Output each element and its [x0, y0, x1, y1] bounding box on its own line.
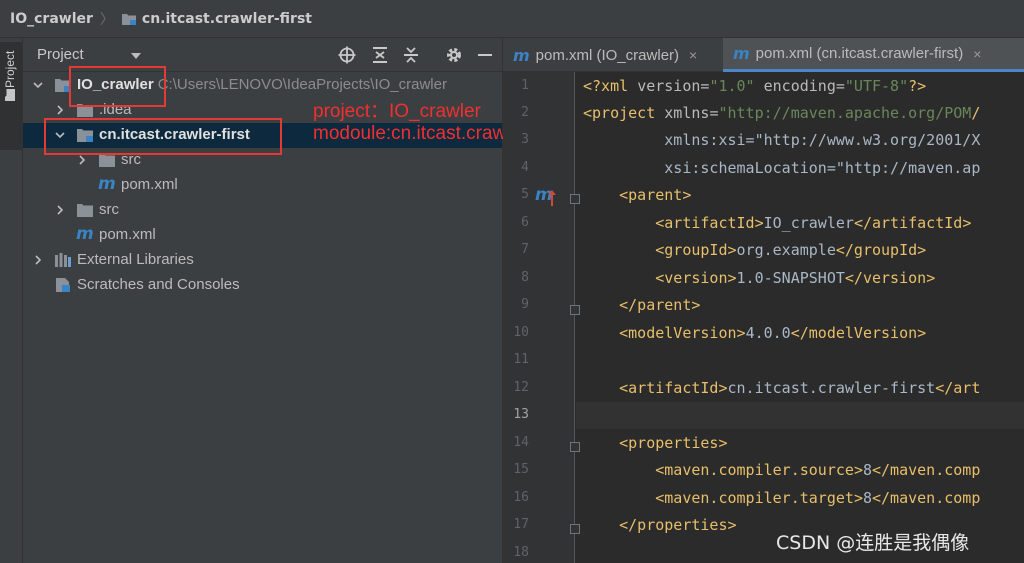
line-number: 3	[521, 132, 529, 147]
line-number: 10	[513, 325, 529, 340]
chevron-right-icon[interactable]	[76, 154, 88, 166]
tree-label-external-libraries: External Libraries	[77, 251, 194, 268]
tab-pom-crawler-first[interactable]: m pom.xml (cn.itcast.crawler-first) ×	[723, 38, 1024, 72]
tree-row-scratches[interactable]: Scratches and Consoles	[23, 273, 502, 298]
tree-row-src[interactable]: src	[23, 198, 502, 223]
tab-pom-io-crawler[interactable]: m pom.xml (IO_crawler) ×	[503, 38, 723, 72]
maven-icon: m	[98, 174, 116, 194]
minimize-icon[interactable]	[475, 45, 495, 65]
code-line: </parent>	[619, 296, 701, 314]
tree-row-module-pom[interactable]: m pom.xml	[23, 173, 502, 198]
collapse-all-icon[interactable]	[401, 45, 421, 65]
annotation-project-note: project：IO_crawler	[313, 101, 481, 122]
line-number: 4	[521, 160, 529, 175]
breadcrumb-module[interactable]: cn.itcast.crawler-first	[142, 11, 312, 27]
tree-project-path: C:\Users\LENOVO\IdeaProjects\IO_crawler	[157, 76, 447, 93]
line-number: 7	[521, 242, 529, 257]
maven-icon: m	[76, 224, 94, 244]
line-number: 12	[513, 380, 529, 395]
expand-all-icon[interactable]	[370, 45, 390, 65]
tab-label: pom.xml (cn.itcast.crawler-first)	[755, 45, 964, 62]
locate-target-icon[interactable]	[337, 45, 357, 65]
line-number: 5	[521, 187, 529, 202]
navigation-breadcrumb: IO_crawler 〉 cn.itcast.crawler-first	[0, 0, 1024, 38]
code-line: <maven.compiler.target>8</maven.comp	[655, 489, 981, 507]
code-line: <groupId>org.example</groupId>	[655, 241, 927, 259]
project-tool-window: Project IO_crawler C:\Users\LENOVO\IdeaPr…	[23, 38, 564, 563]
module-folder-icon	[121, 12, 137, 26]
line-number: 14	[513, 435, 529, 450]
gear-icon[interactable]	[444, 45, 464, 65]
code-line: <modelVersion>4.0.0</modelVersion>	[619, 324, 927, 342]
breadcrumb-separator-icon: 〉	[99, 11, 114, 28]
tree-label-pom: pom.xml	[121, 176, 178, 193]
watermark: CSDN @连胜是我偶像	[776, 532, 970, 554]
code-line: xmlns:xsi="http://www.w3.org/2001/X	[583, 131, 981, 149]
close-icon[interactable]: ×	[973, 46, 981, 62]
line-number-gutter[interactable]: 1 2 3 4 5 6 7 8 9 10 11 12 13 14 15 16 1…	[503, 72, 580, 563]
code-line: <parent>	[619, 186, 692, 204]
chevron-right-icon[interactable]	[54, 104, 66, 116]
navigate-to-parent-arrow-icon[interactable]	[548, 190, 556, 206]
code-line: <artifactId>IO_crawler</artifactId>	[655, 214, 972, 232]
line-number: 9	[521, 297, 529, 312]
current-line-highlight	[576, 402, 1024, 429]
folder-icon	[77, 204, 93, 217]
tree-label-scratches: Scratches and Consoles	[77, 276, 240, 293]
code-editor: m pom.xml (IO_crawler) × m pom.xml (cn.i…	[503, 38, 1024, 563]
code-line: </properties>	[619, 516, 737, 534]
tree-label-src: src	[99, 201, 119, 218]
maven-icon: m	[513, 45, 530, 65]
tree-label-pom: pom.xml	[99, 226, 156, 243]
line-number: 11	[513, 352, 529, 367]
maven-icon: m	[733, 44, 750, 63]
code-line: xsi:schemaLocation="http://maven.ap	[583, 159, 981, 177]
code-line: <properties>	[619, 434, 728, 452]
code-area[interactable]: <?xml version="1.0" encoding="UTF-8"?> <…	[576, 72, 1024, 563]
folder-icon	[4, 88, 19, 102]
line-number: 16	[513, 490, 529, 505]
line-number: 18	[513, 545, 529, 560]
line-number-current: 13	[513, 407, 529, 422]
tree-row-pom[interactable]: m pom.xml	[23, 223, 502, 248]
annotation-box-project	[69, 66, 166, 107]
code-line: <artifactId>cn.itcast.crawler-first</art	[619, 379, 981, 397]
line-number: 15	[513, 462, 529, 477]
line-number: 17	[513, 517, 529, 532]
code-line: <maven.compiler.source>8</maven.comp	[655, 461, 981, 479]
line-number: 2	[521, 105, 529, 120]
chevron-right-icon[interactable]	[32, 254, 44, 266]
line-number: 1	[521, 78, 529, 93]
library-icon	[55, 253, 71, 267]
editor-tab-bar: m pom.xml (IO_crawler) × m pom.xml (cn.i…	[503, 38, 1024, 72]
breadcrumb-project[interactable]: IO_crawler	[10, 11, 93, 27]
line-number: 8	[521, 270, 529, 285]
chevron-right-icon[interactable]	[54, 204, 66, 216]
left-tool-strip: Project	[0, 38, 23, 563]
project-tool-tab[interactable]: Project	[0, 42, 22, 150]
scratch-icon	[56, 278, 70, 292]
code-line: <project xmlns="http://maven.apache.org/…	[583, 104, 981, 122]
code-line: <?xml version="1.0" encoding="UTF-8"?>	[583, 77, 927, 95]
close-icon[interactable]: ×	[689, 47, 697, 63]
chevron-down-icon[interactable]	[32, 79, 44, 91]
line-number: 6	[521, 215, 529, 230]
code-line: <version>1.0-SNAPSHOT</version>	[655, 269, 936, 287]
project-tool-tab-label: Project	[3, 50, 17, 88]
tree-row-external-libraries[interactable]: External Libraries	[23, 248, 502, 273]
tab-label: pom.xml (IO_crawler)	[535, 46, 680, 64]
project-view-selector[interactable]: Project	[37, 46, 84, 63]
chevron-down-icon[interactable]	[131, 53, 141, 59]
annotation-box-module	[44, 118, 282, 155]
